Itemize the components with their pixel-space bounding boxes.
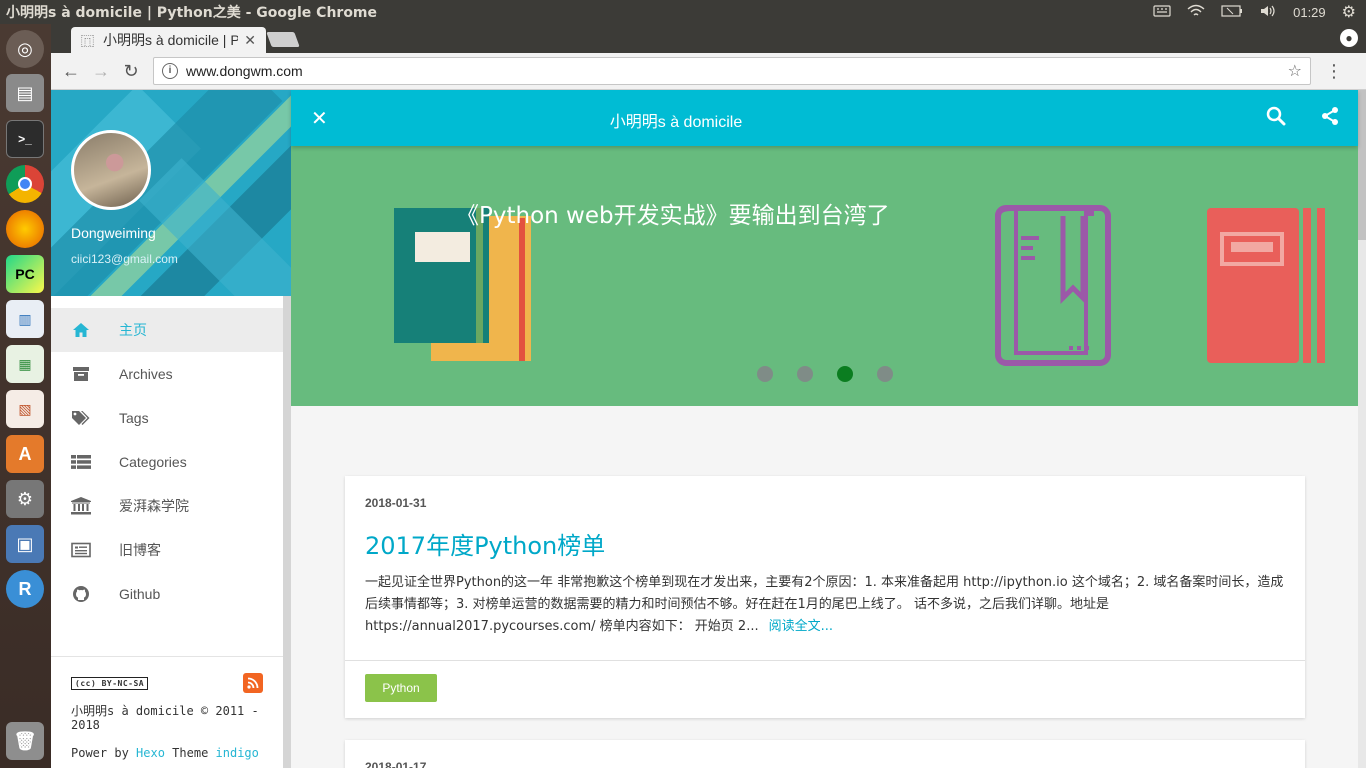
sidebar-item-old-blog[interactable]: 旧博客: [51, 528, 283, 572]
sidebar-item-home[interactable]: 主页: [51, 308, 283, 352]
tag-button[interactable]: Python: [365, 674, 437, 702]
avatar[interactable]: [71, 130, 151, 210]
window-title: 小明明s à domicile | Python之美 - Google Chro…: [6, 5, 378, 21]
slide-dot-active[interactable]: [837, 366, 853, 382]
app-bar: ✕ 小明明s à domicile: [291, 90, 1358, 146]
post-title[interactable]: 2017年度Python榜单: [365, 526, 605, 561]
settings-gear-icon[interactable]: ⚙: [1342, 2, 1356, 22]
browser-tab[interactable]: ⿵ 小明明s à domicile | Py ✕: [71, 27, 266, 53]
system-tray: 01:29 ⚙: [1153, 2, 1366, 22]
sidebar-item-tags[interactable]: Tags: [51, 396, 283, 440]
home-icon: [71, 321, 91, 339]
institution-icon: [71, 497, 91, 515]
site-title: 小明明s à domicile: [609, 114, 743, 131]
profile-name: Dongweiming: [71, 225, 156, 241]
web-page: Dongweiming ciici123@gmail.com 主页 Archiv…: [51, 90, 1366, 768]
reload-icon[interactable]: ↻: [119, 59, 143, 83]
read-more-link[interactable]: 阅读全文...: [769, 619, 833, 634]
post-excerpt: 一起见证全世界Python的这一年 非常抱歉这个榜单到现在才发出来，主要有2个原…: [365, 575, 1284, 634]
sidebar-menu: 主页 Archives Tags Categories 爱湃森学院 旧博客 Gi…: [51, 308, 283, 616]
github-icon: [71, 585, 91, 603]
books-illustration: [394, 205, 1325, 366]
sidebar-item-label: 旧博客: [119, 542, 161, 558]
battery-icon[interactable]: [1221, 4, 1243, 20]
share-icon[interactable]: [1320, 106, 1340, 131]
profile-email[interactable]: ciici123@gmail.com: [71, 252, 178, 266]
tab-strip: ⿵ 小明明s à domicile | Py ✕ ●: [51, 24, 1366, 53]
trash-icon[interactable]: 🗑: [6, 722, 44, 760]
sidebar-item-academy[interactable]: 爱湃森学院: [51, 484, 283, 528]
ubuntu-launcher: ◎ ▤ >_ PC ▥ ▦ ▧ A ⚙ ▣ R 🗑: [0, 24, 51, 768]
software-center-icon[interactable]: A: [6, 435, 44, 473]
post-card: 2018-01-31 2017年度Python榜单 一起见证全世界Python的…: [345, 476, 1305, 718]
browser-toolbar: ← → ↻ i www.dongwm.com ☆ ⋮: [51, 53, 1366, 90]
os-top-panel: 小明明s à domicile | Python之美 - Google Chro…: [0, 0, 1366, 24]
page-scrollbar[interactable]: [1358, 90, 1366, 768]
cc-license-badge[interactable]: (cc) BY-NC-SA: [71, 677, 149, 690]
address-bar[interactable]: i www.dongwm.com ☆: [153, 57, 1311, 85]
profile-icon[interactable]: ●: [1340, 29, 1358, 47]
volume-icon[interactable]: [1259, 4, 1277, 21]
sidebar-item-label: Archives: [119, 366, 173, 382]
url-text: www.dongwm.com: [186, 63, 303, 79]
system-settings-icon[interactable]: ⚙: [6, 480, 44, 518]
hero-banner[interactable]: 《Python web开发实战》要输出到台湾了: [291, 146, 1358, 406]
post-card: 2018-01-17: [345, 740, 1305, 768]
browser-window: ⿵ 小明明s à domicile | Py ✕ ● ← → ↻ i www.d…: [51, 24, 1366, 768]
slide-dot[interactable]: [757, 366, 773, 382]
powered-by: Power by Hexo Theme indigo: [71, 746, 259, 760]
sidebar-item-label: 主页: [119, 322, 147, 338]
calc-icon[interactable]: ▦: [6, 345, 44, 383]
scrollbar-thumb[interactable]: [1358, 90, 1366, 240]
hexo-link[interactable]: Hexo: [136, 746, 165, 760]
new-tab-button[interactable]: [266, 32, 300, 47]
banner-title[interactable]: 《Python web开发实战》要输出到台湾了: [456, 196, 890, 230]
sidebar-item-label: 爱湃森学院: [119, 498, 189, 514]
info-icon[interactable]: i: [162, 63, 178, 79]
chrome-icon[interactable]: [6, 165, 44, 203]
search-icon[interactable]: [1266, 106, 1286, 131]
writer-icon[interactable]: ▥: [6, 300, 44, 338]
slide-dot[interactable]: [877, 366, 893, 382]
tags-icon: [71, 409, 91, 427]
sidebar-item-label: Tags: [119, 410, 149, 426]
list-icon: [71, 453, 91, 471]
sidebar-scrollbar[interactable]: [283, 296, 291, 768]
pycharm-icon[interactable]: PC: [6, 255, 44, 293]
sidebar-item-label: Categories: [119, 454, 187, 470]
forward-arrow-icon[interactable]: →: [89, 59, 113, 83]
back-arrow-icon[interactable]: ←: [59, 59, 83, 83]
wifi-icon[interactable]: [1187, 4, 1205, 21]
rstudio-icon[interactable]: R: [6, 570, 44, 608]
sidebar-item-categories[interactable]: Categories: [51, 440, 283, 484]
keyboard-icon[interactable]: [1153, 4, 1171, 21]
post-date: 2018-01-17: [365, 760, 427, 768]
sidebar-item-archives[interactable]: Archives: [51, 352, 283, 396]
tab-close-icon[interactable]: ✕: [244, 32, 256, 49]
terminal-icon[interactable]: >_: [6, 120, 44, 158]
divider: [345, 660, 1305, 661]
post-date: 2018-01-31: [365, 496, 427, 510]
ubuntu-dash-icon[interactable]: ◎: [6, 30, 44, 68]
files-icon[interactable]: ▤: [6, 74, 44, 112]
sidebar-footer: (cc) BY-NC-SA 小明明s à domicile © 2011 - 2…: [51, 656, 283, 760]
copyright-text: 小明明s à domicile © 2011 - 2018: [71, 704, 259, 732]
favicon-icon: ⿵: [81, 33, 95, 49]
slide-dot[interactable]: [797, 366, 813, 382]
sidebar-item-label: Github: [119, 586, 161, 602]
chrome-menu-icon[interactable]: ⋮: [1325, 61, 1343, 82]
bookmark-star-icon[interactable]: ☆: [1288, 61, 1302, 81]
impress-icon[interactable]: ▧: [6, 390, 44, 428]
sidebar: Dongweiming ciici123@gmail.com 主页 Archiv…: [51, 90, 291, 768]
archive-icon: [71, 365, 91, 383]
clock-text[interactable]: 01:29: [1293, 5, 1326, 20]
remote-desktop-icon[interactable]: ▣: [6, 525, 44, 563]
newspaper-icon: [71, 541, 91, 559]
tab-title: 小明明s à domicile | Py: [103, 32, 239, 48]
sidebar-header: Dongweiming ciici123@gmail.com: [51, 90, 291, 296]
firefox-icon[interactable]: [6, 210, 44, 248]
rss-icon[interactable]: [243, 673, 263, 693]
indigo-link[interactable]: indigo: [216, 746, 259, 760]
sidebar-item-github[interactable]: Github: [51, 572, 283, 616]
